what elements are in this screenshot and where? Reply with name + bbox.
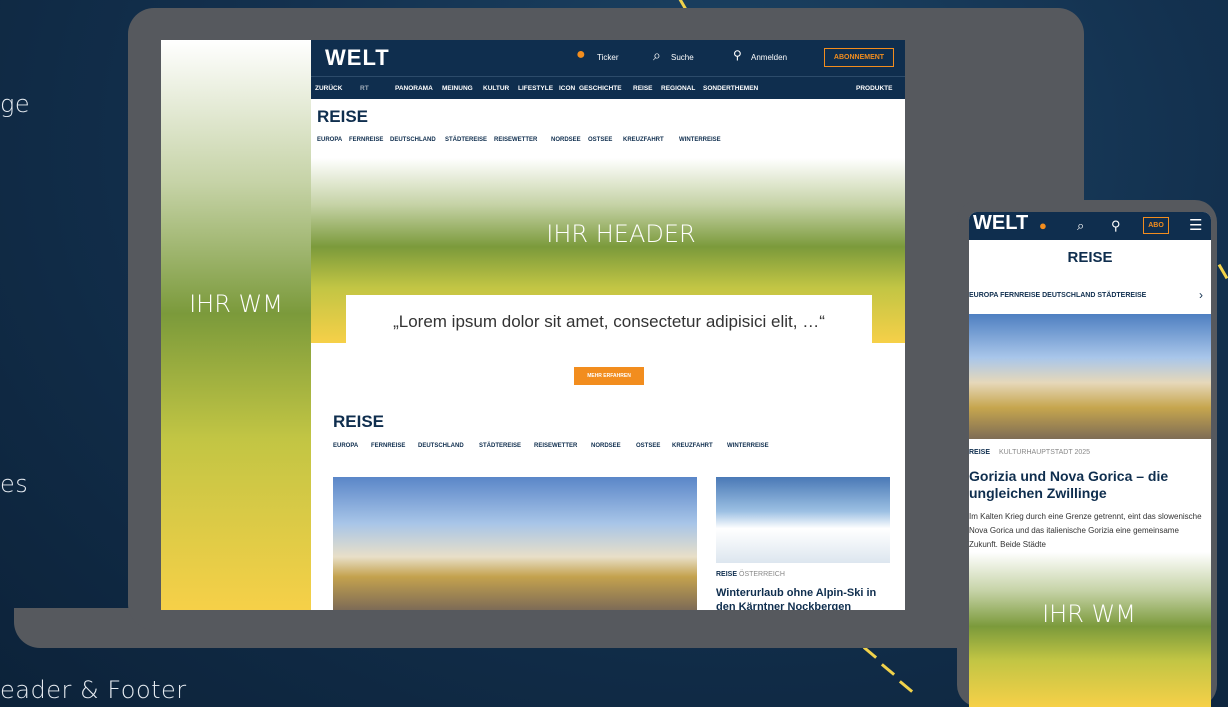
phone-subnav[interactable]: EUROPA FERNREISE DEUTSCHLAND STÄDTEREISE: [969, 292, 1146, 299]
subnav-item[interactable]: WINTERREISE: [679, 137, 721, 143]
welt-logo[interactable]: WELT: [325, 45, 390, 71]
abo-button[interactable]: ABO: [1143, 217, 1169, 234]
article-image[interactable]: [969, 314, 1211, 439]
welt-logo[interactable]: WELT: [973, 212, 1028, 235]
nav-item[interactable]: PANORAMA: [395, 85, 433, 92]
subnav-item[interactable]: EUROPA: [317, 137, 342, 143]
subnav-item[interactable]: WINTERREISE: [727, 443, 769, 449]
ad-teaser: „Lorem ipsum dolor sit amet, consectetur…: [346, 295, 872, 387]
nav-item[interactable]: LIFESTYLE: [518, 85, 553, 92]
phone-frame: WELT ● ⌕ ⚲ ABO ☰ REISE EUROPA FERNREISE …: [957, 200, 1217, 707]
wm-placeholder-left: IHR WM: [189, 290, 283, 318]
search-icon: ⌕: [653, 47, 661, 63]
article-image-main[interactable]: [333, 477, 697, 610]
subnav-item[interactable]: OSTSEE: [636, 443, 660, 449]
header-placeholder-label: IHR HEADER: [546, 220, 696, 248]
chevron-right-icon[interactable]: ›: [1199, 288, 1203, 302]
article-headline[interactable]: Winterurlaub ohne Alpin-Ski in den Kärnt…: [716, 586, 896, 610]
more-button[interactable]: MEHR ERFAHREN: [574, 367, 644, 385]
section-title: REISE: [317, 107, 369, 126]
main-nav: ZURÜCK RT PANORAMA MEINUNG KULTUR LIFEST…: [311, 76, 905, 99]
subnav-item[interactable]: STÄDTEREISE: [445, 137, 487, 143]
side-text-mid: es: [0, 470, 29, 498]
nav-item[interactable]: REISE: [633, 85, 653, 92]
wallpaper-left: [161, 40, 311, 610]
subnav-item[interactable]: KREUZFAHRT: [623, 137, 664, 143]
article-tag[interactable]: REISE: [716, 571, 737, 578]
search-icon[interactable]: ⌕: [1077, 218, 1084, 234]
nav-item[interactable]: RT: [360, 85, 369, 92]
section-title: REISE: [1067, 249, 1113, 266]
article-tag-secondary[interactable]: KULTURHAUPTSTADT 2025: [999, 449, 1090, 456]
search-link[interactable]: Suche: [671, 53, 694, 62]
subnav-item[interactable]: FERNREISE: [349, 137, 383, 143]
nav-back[interactable]: ZURÜCK: [315, 85, 342, 92]
nav-item[interactable]: GESCHICHTE: [579, 85, 622, 92]
subnav-item[interactable]: KREUZFAHRT: [672, 443, 713, 449]
nav-item[interactable]: SONDERTHEMEN: [703, 85, 758, 92]
top-bar: WELT ● Ticker ⌕ Suche ⚲ Anmelden ABONNEM…: [311, 40, 905, 76]
side-text-top: ge: [0, 90, 31, 118]
nav-item[interactable]: ICON: [559, 85, 575, 92]
phone-top-bar: WELT ● ⌕ ⚲ ABO ☰: [969, 212, 1211, 240]
subnav-item[interactable]: EUROPA: [333, 443, 358, 449]
side-text-bottom: eader & Footer: [0, 676, 187, 704]
laptop-screen: IHR WM WELT ● Ticker ⌕ Suche ⚲ Anmelden …: [161, 40, 905, 610]
section-title-2: REISE: [333, 412, 385, 431]
article-tag[interactable]: REISE: [969, 449, 990, 456]
subnav-item[interactable]: STÄDTEREISE: [479, 443, 521, 449]
menu-icon[interactable]: ☰: [1189, 216, 1202, 234]
article-tag-secondary[interactable]: ÖSTERREICH: [739, 571, 785, 578]
user-icon: ⚲: [733, 48, 742, 62]
subnav-item[interactable]: NORDSEE: [591, 443, 621, 449]
ticker-icon: ●: [576, 46, 586, 63]
login-link[interactable]: Anmelden: [751, 53, 787, 62]
ticker-link[interactable]: Ticker: [597, 53, 618, 62]
subnav-item[interactable]: DEUTSCHLAND: [390, 137, 436, 143]
nav-item[interactable]: REGIONAL: [661, 85, 695, 92]
subnav-item[interactable]: DEUTSCHLAND: [418, 443, 464, 449]
subnav-item[interactable]: OSTSEE: [588, 137, 612, 143]
nav-item[interactable]: MEINUNG: [442, 85, 473, 92]
article-headline[interactable]: Gorizia und Nova Gorica – die ungleichen…: [969, 468, 1209, 502]
wm-placeholder-mobile: IHR WM: [1042, 600, 1136, 628]
user-icon[interactable]: ⚲: [1111, 218, 1121, 234]
article-teaser: Im Kalten Krieg durch eine Grenze getren…: [969, 512, 1202, 549]
subnav-item[interactable]: REISEWETTER: [534, 443, 577, 449]
nav-item[interactable]: PRODUKTE: [856, 85, 892, 92]
abo-button[interactable]: ABONNEMENT: [824, 48, 894, 67]
subnav-item[interactable]: FERNREISE: [371, 443, 405, 449]
nav-item[interactable]: KULTUR: [483, 85, 509, 92]
phone-screen: WELT ● ⌕ ⚲ ABO ☰ REISE EUROPA FERNREISE …: [969, 212, 1211, 707]
subnav-item[interactable]: NORDSEE: [551, 137, 581, 143]
subnav-item[interactable]: REISEWETTER: [494, 137, 537, 143]
teaser-quote: „Lorem ipsum dolor sit amet, consectetur…: [393, 312, 825, 331]
ticker-icon[interactable]: ●: [1039, 218, 1047, 233]
article-image-side[interactable]: [716, 477, 890, 563]
